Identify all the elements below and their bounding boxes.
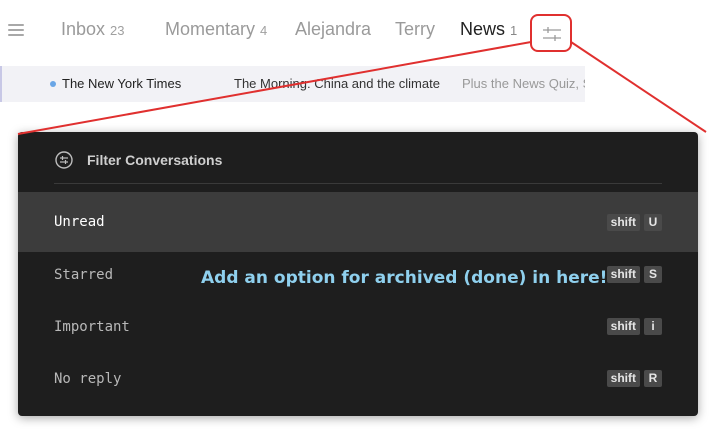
shortcut-keys: shift i [606, 318, 662, 335]
key-letter: i [644, 318, 662, 335]
filter-option-unread[interactable]: Unread shift U [18, 192, 698, 252]
tab-count: 1 [510, 23, 518, 38]
message-snippet: Plus the News Quiz, S [462, 76, 585, 91]
option-label: Important [54, 319, 130, 335]
shortcut-keys: shift U [606, 214, 662, 231]
screenshot: Inbox 23 Momentary 4 Alejandra Terry News 1… [0, 0, 720, 436]
message-subject: The Morning: China and the climate [234, 76, 440, 91]
tab-label: Momentary [165, 19, 256, 39]
key-letter: S [644, 266, 662, 283]
key-letter: U [644, 214, 662, 231]
filter-button[interactable] [530, 14, 572, 52]
hamburger-icon[interactable] [8, 24, 24, 38]
shortcut-keys: shift S [606, 266, 662, 283]
tab-alejandra[interactable]: Alejandra [295, 19, 371, 40]
annotation-text: Add an option for archived (done) in her… [201, 268, 608, 288]
tab-label: News [460, 19, 506, 39]
panel-title: Filter Conversations [87, 152, 223, 168]
tab-label: Alejandra [295, 19, 372, 39]
tab-label: Terry [395, 19, 435, 39]
tab-inbox[interactable]: Inbox 23 [61, 19, 125, 40]
message-sender: The New York Times [62, 76, 182, 91]
key-shift: shift [606, 318, 640, 335]
tab-label: Inbox [61, 19, 106, 39]
message-row[interactable]: The New York Times The Morning: China an… [0, 66, 585, 102]
sliders-icon [543, 27, 561, 41]
key-shift: shift [606, 214, 640, 231]
key-shift: shift [606, 266, 640, 283]
key-shift: shift [606, 370, 640, 387]
filter-circle-icon [55, 151, 73, 169]
filter-panel: Filter Conversations Unread shift U Star… [18, 132, 698, 416]
unread-dot [50, 81, 56, 87]
tab-terry[interactable]: Terry [395, 19, 435, 40]
filter-option-no-reply[interactable]: No reply shift R [18, 356, 698, 416]
filter-option-important[interactable]: Important shift i [18, 304, 698, 364]
divider [54, 183, 662, 184]
option-label: Starred [54, 267, 114, 283]
tab-count: 4 [260, 23, 268, 38]
tab-bar: Inbox 23 Momentary 4 Alejandra Terry News 1 [0, 0, 590, 62]
option-label: No reply [54, 371, 122, 387]
option-label: Unread [54, 214, 105, 230]
key-letter: R [644, 370, 662, 387]
shortcut-keys: shift R [606, 370, 662, 387]
tab-count: 23 [110, 23, 125, 38]
tab-news[interactable]: News 1 [460, 19, 517, 40]
tab-momentary[interactable]: Momentary 4 [165, 19, 267, 40]
